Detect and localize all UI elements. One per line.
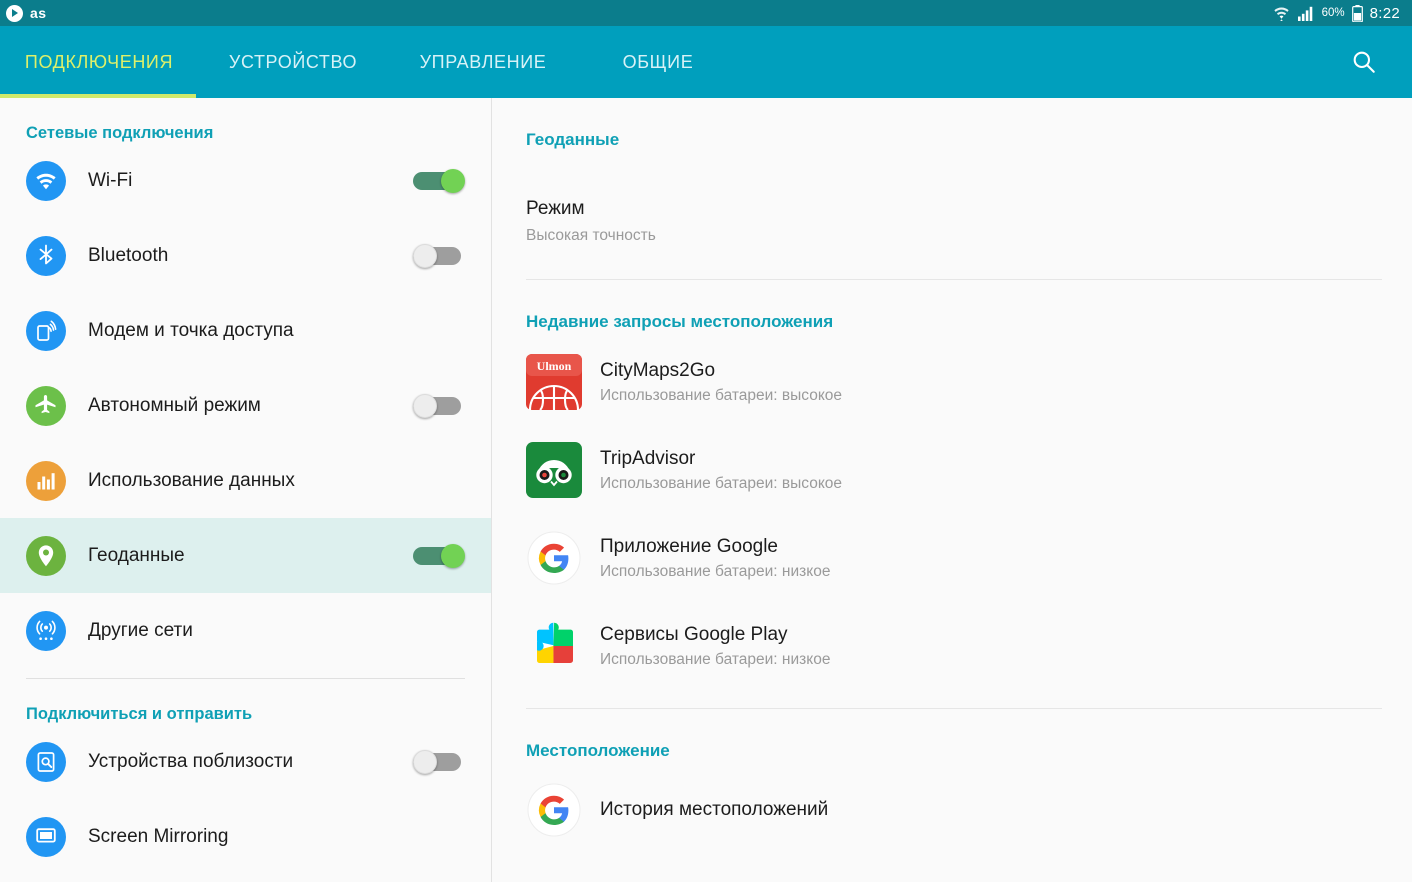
app-brand-label: as	[30, 5, 47, 21]
svg-text:Ulmon: Ulmon	[537, 359, 572, 373]
recent-requests-title: Недавние запросы местоположения	[526, 312, 834, 331]
clock-label: 8:22	[1369, 4, 1400, 22]
status-bar-right: 60% 8:22	[1272, 4, 1400, 22]
location-section-title: Местоположение	[526, 741, 670, 760]
tripadvisor-owl-icon	[526, 442, 582, 498]
app-name: Приложение Google	[600, 535, 778, 557]
location-toggle[interactable]	[413, 543, 465, 568]
broadcast-tower-icon	[26, 610, 66, 651]
data-usage-chart-icon	[26, 460, 66, 501]
settings-sidebar: Сетевые подключения Wi-Fi Bluetooth Моде…	[0, 98, 492, 882]
app-name: Сервисы Google Play	[600, 623, 788, 645]
tab-controls[interactable]: УПРАВЛЕНИЕ	[388, 26, 578, 98]
location-settings-panel: Геоданные Режим Высокая точность Недавни…	[492, 98, 1412, 882]
mode-value: Высокая точность	[526, 227, 656, 244]
sidebar-item-airplane-mode[interactable]: Автономный режим	[0, 368, 491, 443]
sidebar-item-data-usage[interactable]: Использование данных	[0, 443, 491, 518]
google-g-icon	[527, 531, 581, 585]
bluetooth-icon	[26, 235, 66, 276]
list-item-text: CityMaps2Go Использование батареи: высок…	[600, 360, 842, 405]
location-pin-icon	[26, 535, 66, 576]
cellular-signal-icon	[1297, 6, 1312, 21]
screen-mirroring-icon	[26, 816, 66, 857]
mode-row[interactable]: Режим Высокая точность	[526, 150, 1382, 245]
play-circle-icon	[6, 4, 23, 22]
tethering-hotspot-icon	[26, 310, 66, 351]
nearby-devices-icon	[26, 741, 66, 782]
sidebar-item-label: Модем и точка доступа	[88, 319, 294, 341]
sidebar-item-screen-mirroring[interactable]: Screen Mirroring	[0, 799, 491, 874]
location-item-label: История местоположений	[600, 799, 829, 820]
toggle-knob	[413, 749, 437, 774]
app-battery-usage: Использование батареи: низкое	[600, 650, 831, 668]
toggle-knob	[413, 393, 437, 418]
sidebar-item-label: Другие сети	[88, 619, 193, 641]
app-name: CityMaps2Go	[600, 359, 716, 381]
toggle-knob	[441, 543, 465, 568]
nearby-devices-toggle[interactable]	[413, 749, 465, 774]
sidebar-item-tethering[interactable]: Модем и точка доступа	[0, 293, 491, 368]
sidebar-item-more-networks[interactable]: Другие сети	[0, 593, 491, 668]
battery-icon	[1351, 4, 1363, 22]
toggle-knob	[441, 168, 465, 193]
wifi-icon	[26, 160, 66, 201]
list-item-text: TripAdvisor Использование батареи: высок…	[600, 448, 842, 493]
tab-general[interactable]: ОБЩИЕ	[578, 26, 738, 98]
sidebar-item-label: Геоданные	[88, 544, 185, 566]
list-item[interactable]: TripAdvisor Использование батареи: высок…	[526, 432, 1382, 508]
sidebar-item-label: Screen Mirroring	[88, 825, 229, 847]
bluetooth-toggle[interactable]	[413, 243, 465, 268]
list-item-text: Приложение Google Использование батареи:…	[600, 536, 830, 581]
wifi-icon	[1273, 7, 1289, 21]
sidebar-item-wifi[interactable]: Wi-Fi	[0, 143, 491, 218]
tab-bar: ПОДКЛЮЧЕНИЯ УСТРОЙСТВО УПРАВЛЕНИЕ ОБЩИЕ	[0, 26, 1412, 98]
app-name: TripAdvisor	[600, 447, 696, 469]
airplane-mode-toggle[interactable]	[413, 393, 465, 418]
list-item[interactable]: История местоположений	[526, 775, 1382, 845]
toggle-knob	[413, 243, 437, 268]
list-item[interactable]: Приложение Google Использование батареи:…	[526, 520, 1382, 596]
list-item-text: Сервисы Google Play Использование батаре…	[600, 624, 830, 669]
sidebar-group-connect-share-title: Подключиться и отправить	[26, 705, 253, 723]
wifi-toggle[interactable]	[413, 168, 465, 193]
app-battery-usage: Использование батареи: высокое	[600, 474, 843, 492]
sidebar-item-label: Использование данных	[88, 469, 295, 491]
sidebar-item-nearby-devices[interactable]: Устройства поблизости	[0, 724, 491, 799]
list-item[interactable]: Сервисы Google Play Использование батаре…	[526, 608, 1382, 684]
sidebar-item-label: Bluetooth	[88, 244, 169, 266]
sidebar-item-label: Устройства поблизости	[88, 750, 294, 772]
battery-percent-label: 60%	[1321, 7, 1345, 19]
sidebar-item-label: Wi-Fi	[88, 169, 133, 191]
status-bar-left: as	[6, 4, 47, 22]
search-icon	[1353, 51, 1375, 73]
sidebar-item-label: Автономный режим	[88, 394, 261, 416]
google-play-services-icon	[537, 622, 573, 663]
sidebar-item-location[interactable]: Геоданные	[0, 518, 491, 593]
list-item[interactable]: Ulmon CityMaps2Go Использование батареи:…	[526, 344, 1382, 420]
status-bar: as 60% 8:22	[0, 0, 1412, 26]
google-g-icon	[527, 783, 581, 837]
tab-device[interactable]: УСТРОЙСТВО	[198, 26, 388, 98]
search-button[interactable]	[1342, 40, 1386, 84]
sidebar-group-network-title: Сетевые подключения	[26, 124, 214, 142]
panel-section-title: Геоданные	[526, 130, 620, 149]
tab-connections[interactable]: ПОДКЛЮЧЕНИЯ	[0, 26, 198, 98]
app-battery-usage: Использование батареи: низкое	[600, 562, 831, 580]
app-battery-usage: Использование батареи: высокое	[600, 386, 843, 404]
citymaps2go-ulmon-icon: Ulmon	[526, 354, 582, 410]
sidebar-item-bluetooth[interactable]: Bluetooth	[0, 218, 491, 293]
mode-title: Режим	[526, 198, 585, 219]
airplane-icon	[26, 385, 66, 426]
content-area: Сетевые подключения Wi-Fi Bluetooth Моде…	[0, 98, 1412, 882]
